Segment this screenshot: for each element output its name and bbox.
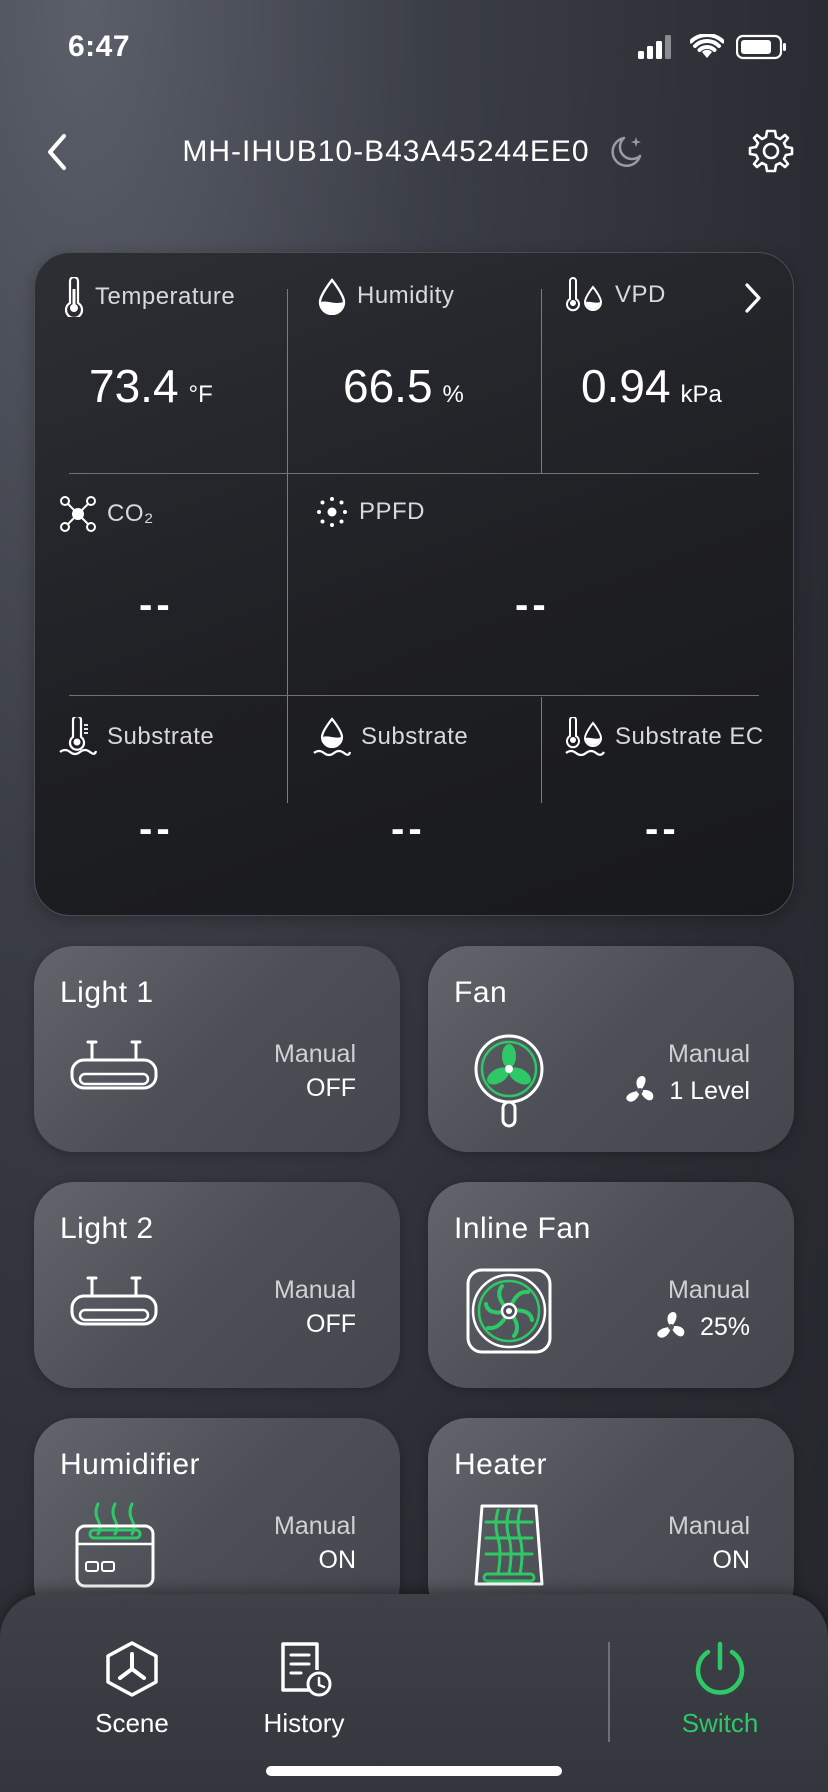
sensor-card[interactable]: Temperature 73.4 °F Humidity 66.5% VPD 0… (34, 252, 794, 916)
molecule-icon (60, 496, 96, 532)
device-mode: Manual (274, 1512, 356, 1540)
co2-cell: CO₂ -- (35, 473, 287, 695)
substrate-drop-icon (313, 717, 351, 757)
humidity-cell: Humidity 66.5% (287, 253, 541, 473)
inline-fan-icon (466, 1268, 552, 1354)
device-mode: Manual (274, 1276, 356, 1304)
device-state: ON (318, 1546, 357, 1574)
history-icon (281, 1642, 332, 1697)
substrate-temperature-cell: Substrate -- (35, 695, 287, 917)
light-dots-icon (317, 497, 347, 527)
scene-icon (106, 1641, 158, 1697)
substrate-temperature-label: Substrate (107, 723, 215, 750)
humidity-unit: % (442, 381, 464, 408)
header: MH-IHUB10-B43A45244EE0 (0, 120, 828, 184)
device-state: 25% (699, 1312, 750, 1341)
device-mode: Manual (668, 1512, 750, 1540)
battery-icon (736, 34, 786, 60)
title-wrap: MH-IHUB10-B43A45244EE0 (0, 132, 828, 172)
device-name: Fan (454, 976, 508, 1009)
device-state: ON (712, 1546, 751, 1574)
substrate-humidity-cell: Substrate -- (287, 695, 541, 917)
nav-switch-label: Switch (681, 1708, 759, 1738)
temperature-cell: Temperature 73.4 °F (35, 253, 287, 473)
device-mode: Manual (668, 1276, 750, 1304)
oscillating-fan-icon (474, 1034, 544, 1128)
substrate-thermometer-icon (59, 717, 97, 756)
heater-icon (474, 1504, 544, 1586)
water-drop-icon (318, 278, 346, 315)
device-mode: Manual (274, 1040, 356, 1068)
status-icons (638, 34, 788, 60)
nav-scene[interactable]: Scene (62, 1640, 202, 1750)
humidifier-icon (75, 1502, 155, 1588)
temperature-value: 73.4 (89, 360, 179, 412)
vpd-unit: kPa (680, 381, 722, 408)
nav-scene-label: Scene (95, 1708, 169, 1738)
chevron-right-icon[interactable] (741, 281, 765, 315)
nav-history-label: History (263, 1708, 345, 1738)
vpd-value: 0.94 (581, 360, 671, 412)
co2-value: -- (139, 583, 174, 627)
grow-light-icon (70, 1040, 158, 1090)
device-state: OFF (306, 1310, 356, 1338)
grow-light-icon (70, 1276, 158, 1326)
substrate-temperature-value: -- (139, 807, 174, 851)
fan-speed-icon (657, 1312, 685, 1338)
humidity-label: Humidity (357, 282, 455, 309)
temp-humidity-icon (566, 277, 603, 312)
device-title: MH-IHUB10-B43A45244EE0 (182, 135, 590, 168)
ppfd-label: PPFD (359, 498, 426, 525)
device-card-light-2[interactable]: Light 2 Manual OFF (34, 1182, 400, 1388)
temperature-label: Temperature (95, 283, 236, 310)
wifi-icon (690, 34, 724, 58)
device-state: 1 Level (669, 1076, 750, 1105)
substrate-humidity-value: -- (391, 807, 426, 851)
ppfd-cell: PPFD -- (287, 473, 795, 695)
cellular-signal-icon (638, 35, 671, 59)
vpd-label: VPD (615, 281, 666, 308)
substrate-ec-label: Substrate EC (615, 723, 764, 750)
substrate-humidity-label: Substrate (361, 723, 469, 750)
fan-speed-icon (626, 1076, 654, 1102)
device-card-light-1[interactable]: Light 1 Manual OFF (34, 946, 400, 1152)
status-time: 6:47 (68, 30, 131, 63)
device-name: Inline Fan (454, 1212, 591, 1245)
substrate-ec-value: -- (645, 807, 680, 851)
device-mode: Manual (668, 1040, 750, 1068)
device-name: Humidifier (60, 1448, 201, 1481)
home-indicator (266, 1766, 562, 1776)
humidity-value: 66.5 (343, 360, 433, 412)
gear-icon[interactable] (748, 128, 794, 174)
device-name: Light 2 (60, 1212, 154, 1245)
bottom-nav: Scene History Switch (0, 1594, 828, 1792)
device-name: Heater (454, 1448, 548, 1481)
temperature-unit: °F (188, 381, 213, 408)
nav-divider (608, 1642, 610, 1742)
device-card-inline-fan[interactable]: Inline Fan Manual 25% (428, 1182, 794, 1388)
substrate-ec-cell: Substrate EC -- (541, 695, 795, 917)
device-state: OFF (306, 1074, 356, 1102)
thermometer-icon (64, 277, 84, 317)
ppfd-value: -- (515, 583, 550, 627)
moon-icon (611, 136, 641, 167)
vpd-cell: VPD 0.94 kPa (541, 253, 795, 473)
power-icon (695, 1641, 745, 1695)
substrate-ec-icon (565, 717, 605, 757)
device-name: Light 1 (60, 976, 154, 1009)
device-card-fan[interactable]: Fan Manual 1 Level (428, 946, 794, 1152)
nav-switch[interactable]: Switch (650, 1640, 790, 1750)
nav-history[interactable]: History (234, 1640, 374, 1750)
co2-label: CO₂ (107, 500, 154, 527)
